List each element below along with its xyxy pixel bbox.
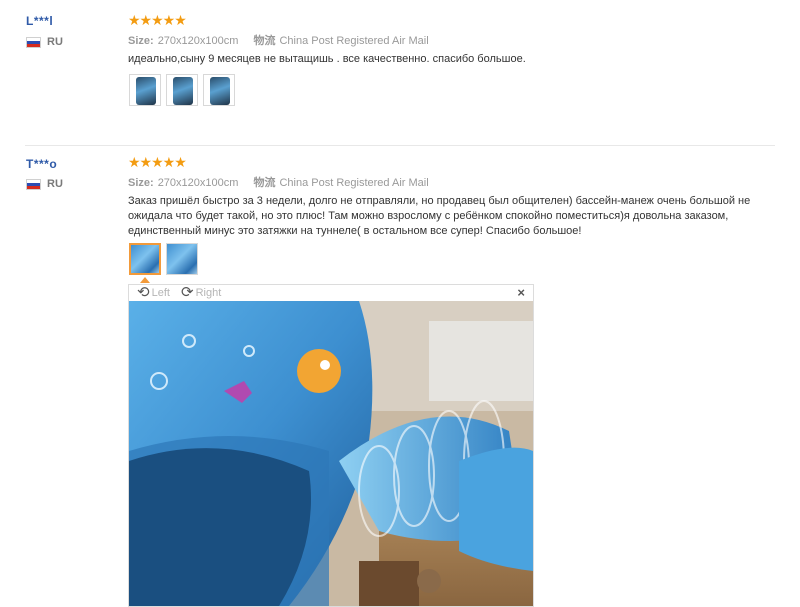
size-label: Size: (128, 177, 154, 189)
viewer-toolbar: ⟲ Left ⟳ Right × (129, 285, 533, 301)
review-photo-thumb[interactable] (203, 74, 235, 106)
review-text: Заказ пришёл быстро за 3 недели, долго н… (128, 195, 751, 237)
photo-viewer: ⟲ Left ⟳ Right × (128, 284, 534, 607)
order-info: Size: 270x120x100cm 物流 China Post Register… (128, 174, 429, 190)
size-value: 270x120x100cm (157, 177, 239, 189)
country-code: RU (47, 178, 63, 190)
size-label: Size: (128, 35, 154, 47)
russia-flag-icon (26, 36, 41, 48)
reviewer-country: RU (26, 178, 63, 190)
rotate-left-icon: ⟲ (137, 284, 150, 301)
rotate-right-label: Right (195, 287, 222, 299)
rotate-right-icon: ⟳ (181, 284, 194, 301)
size-value: 270x120x100cm (157, 35, 239, 47)
reviewer-country: RU (26, 36, 63, 48)
shipping-value: China Post Registered Air Mail (279, 177, 429, 189)
star-rating: ★★★★★ (128, 154, 187, 170)
country-code: RU (47, 36, 63, 48)
order-info: Size: 270x120x100cm 物流 China Post Register… (128, 32, 429, 48)
review-photo-thumb-selected[interactable] (129, 243, 161, 275)
review-photo-thumb[interactable] (129, 74, 161, 106)
rotate-left-button[interactable]: ⟲ Left (137, 284, 170, 301)
review-photo-large (129, 301, 533, 606)
review-text: идеально,сыну 9 месяцев не вытащишь . вс… (128, 53, 526, 65)
review-photo-thumb[interactable] (166, 74, 198, 106)
rotate-right-button[interactable]: ⟳ Right (181, 284, 222, 301)
star-rating: ★★★★★ (128, 12, 187, 28)
rotate-left-label: Left (151, 287, 170, 299)
russia-flag-icon (26, 178, 41, 190)
reviewer-name[interactable]: T***o (26, 157, 57, 171)
review-divider (25, 145, 775, 146)
play-tent-photo (129, 301, 533, 606)
shipping-label: 物流 (253, 177, 276, 189)
selected-indicator (140, 277, 150, 283)
reviewer-name[interactable]: L***l (26, 14, 53, 28)
review-photo-thumb[interactable] (166, 243, 198, 275)
shipping-label: 物流 (253, 35, 276, 47)
shipping-value: China Post Registered Air Mail (279, 35, 429, 47)
close-icon[interactable]: × (517, 285, 525, 300)
